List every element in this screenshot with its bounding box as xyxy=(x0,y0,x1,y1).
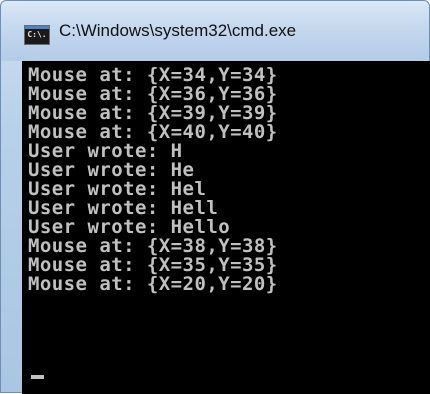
text-cursor xyxy=(31,375,44,379)
title-bar[interactable]: C:\. C:\Windows\system32\cmd.exe xyxy=(1,1,429,61)
cmd-window: C:\. C:\Windows\system32\cmd.exe Mouse a… xyxy=(0,0,430,394)
window-title: C:\Windows\system32\cmd.exe xyxy=(59,21,297,40)
console-line: Mouse at: {X=20,Y=20} xyxy=(28,273,278,295)
cmd-console-icon[interactable]: C:\. xyxy=(24,25,50,45)
console-output[interactable]: Mouse at: {X=34,Y=34} Mouse at: {X=36,Y=… xyxy=(22,61,430,394)
